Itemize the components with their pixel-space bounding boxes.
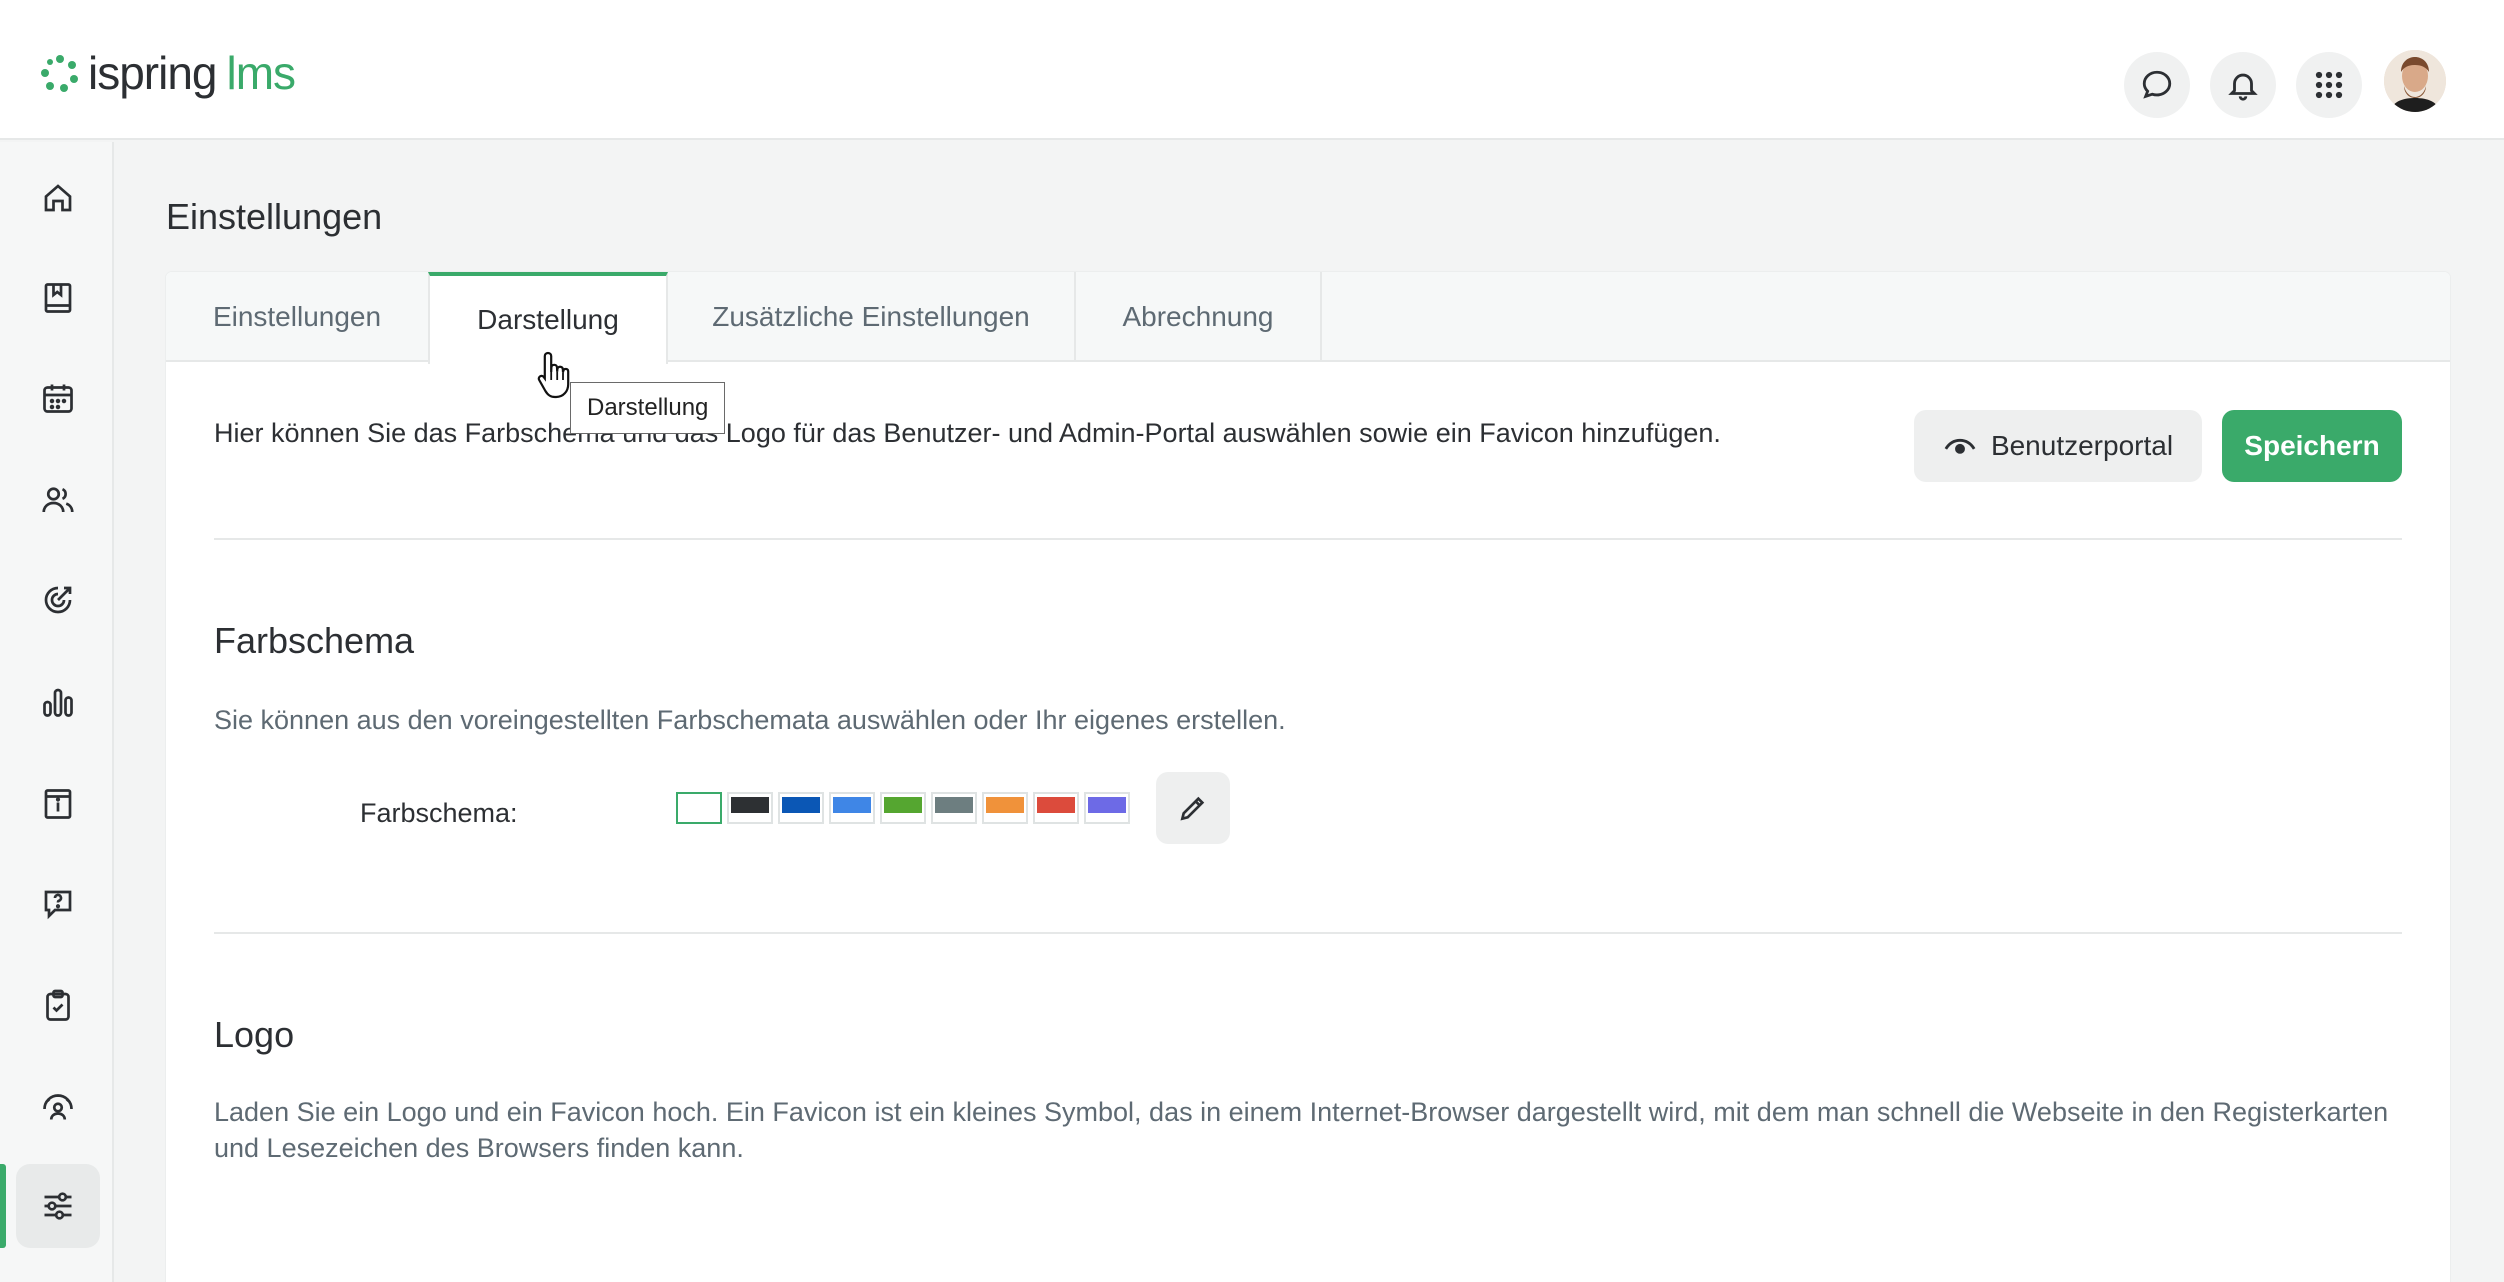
apps-grid-icon xyxy=(2315,71,2343,99)
sidebar-item-settings[interactable] xyxy=(16,1164,100,1248)
color-swatch[interactable] xyxy=(676,792,722,824)
color-swatch-fill xyxy=(782,797,820,813)
logo-word-lms: lms xyxy=(226,47,297,99)
color-swatch-fill xyxy=(731,797,769,813)
color-swatch[interactable] xyxy=(778,792,824,824)
color-swatch-fill xyxy=(1088,797,1126,813)
save-button[interactable]: Speichern xyxy=(2222,410,2402,482)
target-icon xyxy=(44,586,72,614)
color-swatch[interactable] xyxy=(829,792,875,824)
home-icon xyxy=(44,184,72,212)
color-swatch-fill xyxy=(680,797,718,813)
sidebar-item-info[interactable] xyxy=(16,762,100,846)
sidebar-item-calendar[interactable] xyxy=(16,356,100,440)
sidebar-item-assignments[interactable] xyxy=(16,964,100,1048)
color-swatch[interactable] xyxy=(1084,792,1130,824)
sidebar-item-performance[interactable] xyxy=(16,1064,100,1148)
eye-icon xyxy=(1944,438,1976,454)
sidebar-active-indicator xyxy=(0,1164,6,1248)
color-swatch[interactable] xyxy=(931,792,977,824)
hand-cursor-icon xyxy=(537,351,570,399)
info-card-icon xyxy=(44,789,72,819)
gauge-user-icon xyxy=(43,1094,73,1120)
farbschema-label: Farbschema: xyxy=(360,798,518,828)
clipboard-check-icon xyxy=(46,989,70,1021)
user-avatar[interactable] xyxy=(2384,50,2446,112)
sidebar-item-home[interactable] xyxy=(16,156,100,240)
tab-abrechnung[interactable]: Abrechnung xyxy=(1076,272,1322,362)
pencil-icon xyxy=(1180,796,1205,821)
farbschema-description: Sie können aus den voreingestellten Farb… xyxy=(214,705,1286,735)
user-avatar-icon xyxy=(2384,50,2446,112)
color-swatch[interactable] xyxy=(982,792,1028,824)
logo-title: Logo xyxy=(214,1014,295,1055)
color-swatch-fill xyxy=(1037,797,1075,813)
bell-icon xyxy=(2228,73,2258,101)
color-swatch-fill xyxy=(935,797,973,813)
help-chat-icon xyxy=(44,890,72,920)
book-icon xyxy=(44,283,72,313)
left-sidebar xyxy=(0,142,114,1282)
divider xyxy=(214,932,2402,934)
notifications-button[interactable] xyxy=(2210,52,2276,118)
tab-tooltip: Darstellung xyxy=(570,382,726,434)
benutzerportal-label: Benutzerportal xyxy=(1990,430,2174,461)
chat-button[interactable] xyxy=(2124,52,2190,118)
chat-icon xyxy=(2142,70,2172,99)
color-swatch-fill xyxy=(833,797,871,813)
apps-button[interactable] xyxy=(2296,52,2362,118)
color-swatch-fill xyxy=(986,797,1024,813)
sliders-icon xyxy=(44,1192,72,1220)
color-swatch[interactable] xyxy=(1033,792,1079,824)
bar-chart-icon xyxy=(43,688,73,717)
sidebar-item-courses[interactable] xyxy=(16,256,100,340)
color-swatch[interactable] xyxy=(727,792,773,824)
color-scheme-swatches xyxy=(676,792,1135,824)
calendar-icon xyxy=(43,384,73,413)
page-title: Einstellungen xyxy=(166,196,383,237)
settings-tabs: Einstellungen Darstellung Zusätzliche Ei… xyxy=(166,272,2450,364)
sidebar-item-reports[interactable] xyxy=(16,660,100,744)
tab-einstellungen[interactable]: Einstellungen xyxy=(166,272,430,362)
sidebar-item-users[interactable] xyxy=(16,458,100,542)
logo-word-ispring: ispring xyxy=(88,47,218,99)
ispring-logo-icon xyxy=(41,55,78,92)
benutzerportal-button[interactable]: Benutzerportal xyxy=(1914,410,2202,482)
app-logo[interactable]: ispring lms xyxy=(40,47,297,99)
color-swatch-fill xyxy=(884,797,922,813)
logo-description: Laden Sie ein Logo und ein Favicon hoch.… xyxy=(214,1097,2389,1163)
users-icon xyxy=(42,487,74,513)
logo-text: ispring lms xyxy=(88,47,297,99)
tab-zusaetzliche-einstellungen[interactable]: Zusätzliche Einstellungen xyxy=(668,272,1076,362)
farbschema-title: Farbschema xyxy=(214,620,415,661)
top-header: ispring lms xyxy=(0,0,2504,140)
edit-color-scheme-button[interactable] xyxy=(1156,772,1230,844)
intro-text: Hier können Sie das Farbschema und das L… xyxy=(214,418,1721,448)
color-swatch[interactable] xyxy=(880,792,926,824)
sidebar-item-help[interactable] xyxy=(16,862,100,946)
divider xyxy=(214,538,2402,540)
sidebar-item-goals[interactable] xyxy=(16,558,100,642)
